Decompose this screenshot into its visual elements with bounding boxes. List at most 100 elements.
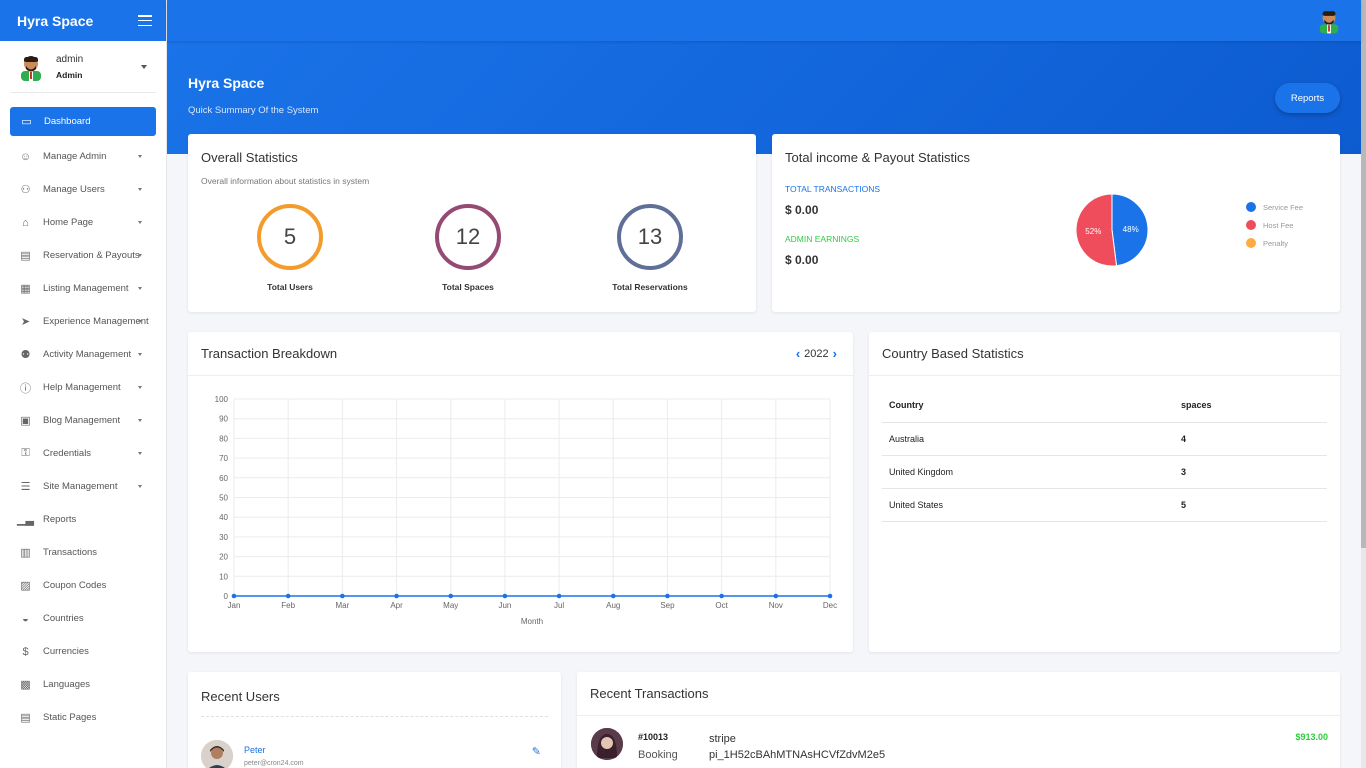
x-tick-label: Nov: [769, 601, 783, 610]
sidebar-item-label: Reports: [43, 514, 77, 525]
sidebar-item-currencies[interactable]: $ Currencies: [0, 635, 166, 668]
stat-total-spaces: 12 Total Spaces: [413, 204, 523, 292]
legend-label: Host Fee: [1263, 220, 1294, 230]
x-tick-label: Sep: [660, 601, 675, 610]
sidebar-item-label: Experience Management: [43, 316, 149, 327]
scrollbar-thumb[interactable]: [1361, 0, 1366, 548]
sidebar-item-transactions[interactable]: ▥ Transactions: [0, 536, 166, 569]
year-label: 2022: [804, 347, 829, 360]
sidebar: Hyra Space admin Admin ▭ Dashboard ☺ Manage…: [0, 0, 167, 768]
sidebar-item-home-page[interactable]: ⌂ Home Page: [0, 206, 166, 239]
admin-avatar-icon: [21, 55, 41, 81]
admin-earnings-value: $ 0.00: [785, 253, 819, 267]
divider: [201, 716, 548, 717]
total-transactions-label: TOTAL TRANSACTIONS: [785, 184, 881, 194]
transaction-method: stripe: [709, 733, 736, 745]
reports-button[interactable]: Reports: [1275, 83, 1340, 113]
country-name: United Kingdom: [882, 455, 1174, 489]
sidebar-item-static-pages[interactable]: ▤ Static Pages: [0, 701, 166, 734]
sidebar-item-label: Site Management: [43, 481, 118, 492]
sidebar-item-dashboard[interactable]: ▭ Dashboard: [10, 107, 156, 136]
help-icon: ⓘ: [20, 382, 31, 395]
sidebar-item-label: Currencies: [43, 646, 89, 657]
sidebar-item-site-management[interactable]: ☰ Site Management: [0, 470, 166, 503]
money-icon: ▤: [20, 250, 31, 262]
sidebar-item-coupon-codes[interactable]: ▨ Coupon Codes: [0, 569, 166, 602]
sidebar-item-activity-management[interactable]: ⚉ Activity Management: [0, 338, 166, 371]
next-year-icon[interactable]: ›: [833, 346, 837, 361]
recent-users-title: Recent Users: [201, 689, 280, 704]
sidebar-item-manage-users[interactable]: ⚇ Manage Users: [0, 173, 166, 206]
data-point: [556, 593, 562, 599]
legend-item[interactable]: Penalty: [1246, 234, 1303, 252]
fee-pie-chart: 48% 52%: [1075, 193, 1149, 267]
overall-statistics-card: Overall Statistics Overall information a…: [188, 134, 756, 312]
data-point: [773, 593, 779, 599]
page-scrollbar[interactable]: [1361, 0, 1366, 768]
sidebar-item-experience-management[interactable]: ➤ Experience Management: [0, 305, 166, 338]
profile-avatar-icon[interactable]: [1317, 7, 1341, 34]
sidebar-item-credentials[interactable]: ⚿ Credentials: [0, 437, 166, 470]
stat-ring: 5: [257, 204, 323, 270]
sidebar-item-label: Reservation & Payouts: [43, 250, 140, 261]
transaction-user-photo-icon: [591, 728, 623, 760]
stat-total-users: 5 Total Users: [235, 204, 345, 292]
x-axis-label: Month: [521, 617, 543, 626]
recent-user-email: peter@cron24.com: [244, 760, 304, 767]
user-avatar[interactable]: [201, 740, 233, 768]
monitor-icon: ▭: [21, 116, 32, 128]
stat-ring: 12: [435, 204, 501, 270]
page-icon: ▤: [20, 712, 31, 724]
data-point: [231, 593, 237, 599]
x-tick-label: Dec: [823, 601, 837, 610]
coupon-icon: ▨: [20, 580, 31, 592]
sidebar-item-blog-management[interactable]: ▣ Blog Management: [0, 404, 166, 437]
user-name: admin: [56, 53, 84, 65]
chevron-down-icon: [138, 485, 142, 488]
x-tick-label: Aug: [606, 601, 620, 610]
y-tick-label: 60: [219, 474, 228, 483]
sidebar-item-reservation-payouts[interactable]: ▤ Reservation & Payouts: [0, 239, 166, 272]
sidebar-item-label: Languages: [43, 679, 91, 690]
sidebar-item-manage-admin[interactable]: ☺ Manage Admin: [0, 140, 166, 173]
transaction-line-chart: 0 10 20 30 40 50 60 70 80 90 100 Jan Feb Mar Apr May Jun…: [215, 395, 837, 626]
sidebar-item-languages[interactable]: ▩ Languages: [0, 668, 166, 701]
y-tick-label: 70: [219, 454, 228, 463]
transaction-card-header: Transaction Breakdown ‹ 2022 ›: [188, 332, 853, 376]
income-title: Total income & Payout Statistics: [785, 150, 970, 165]
sidebar-item-listing-management[interactable]: ▦ Listing Management: [0, 272, 166, 305]
brand-name[interactable]: Hyra Space: [17, 13, 93, 29]
country-name: Australia: [882, 422, 1174, 456]
sidebar-item-help-management[interactable]: ⓘ Help Management: [0, 371, 166, 404]
sidebar-item-reports[interactable]: ▁▃ Reports: [0, 503, 166, 536]
transaction-id[interactable]: #10013: [638, 732, 668, 742]
previous-year-icon[interactable]: ‹: [796, 346, 800, 361]
y-tick-label: 0: [224, 592, 229, 601]
table-row: United Kingdom 3: [882, 455, 1327, 489]
edit-user-icon[interactable]: ✎: [532, 745, 541, 758]
chevron-down-icon: [138, 452, 142, 455]
recent-user-name[interactable]: Peter: [244, 745, 266, 755]
menu-toggle-icon[interactable]: [138, 15, 152, 26]
admin-earnings-label: ADMIN EARNINGS: [785, 234, 860, 244]
stat-label: Total Reservations: [612, 282, 688, 292]
country-card-header: Country Based Statistics: [869, 332, 1340, 376]
y-tick-label: 20: [219, 553, 228, 562]
user-panel[interactable]: admin Admin: [10, 41, 156, 93]
country-table-body: Australia 4 United Kingdom 3 United States 5: [882, 422, 1327, 522]
stat-ring: 13: [617, 204, 683, 270]
sidebar-item-countries[interactable]: ◒ Countries: [0, 602, 166, 635]
chevron-down-icon: [138, 155, 142, 158]
sidebar-item-label: Credentials: [43, 448, 92, 459]
sidebar-item-label: Help Management: [43, 382, 121, 393]
column-header-country: Country: [882, 389, 1174, 423]
legend-item[interactable]: Service Fee: [1246, 198, 1303, 216]
legend-label: Service Fee: [1263, 202, 1304, 212]
sidebar-nav: ▭ Dashboard ☺ Manage Admin ⚇ Manage Users ⌂ Hom…: [0, 93, 166, 734]
user-caret-icon[interactable]: [141, 65, 147, 69]
country-spaces: 3: [1174, 455, 1327, 489]
legend-item[interactable]: Host Fee: [1246, 216, 1303, 234]
y-tick-label: 90: [219, 415, 228, 424]
user-cog-icon: ☺: [19, 150, 32, 163]
stat-label: Total Users: [267, 282, 313, 292]
